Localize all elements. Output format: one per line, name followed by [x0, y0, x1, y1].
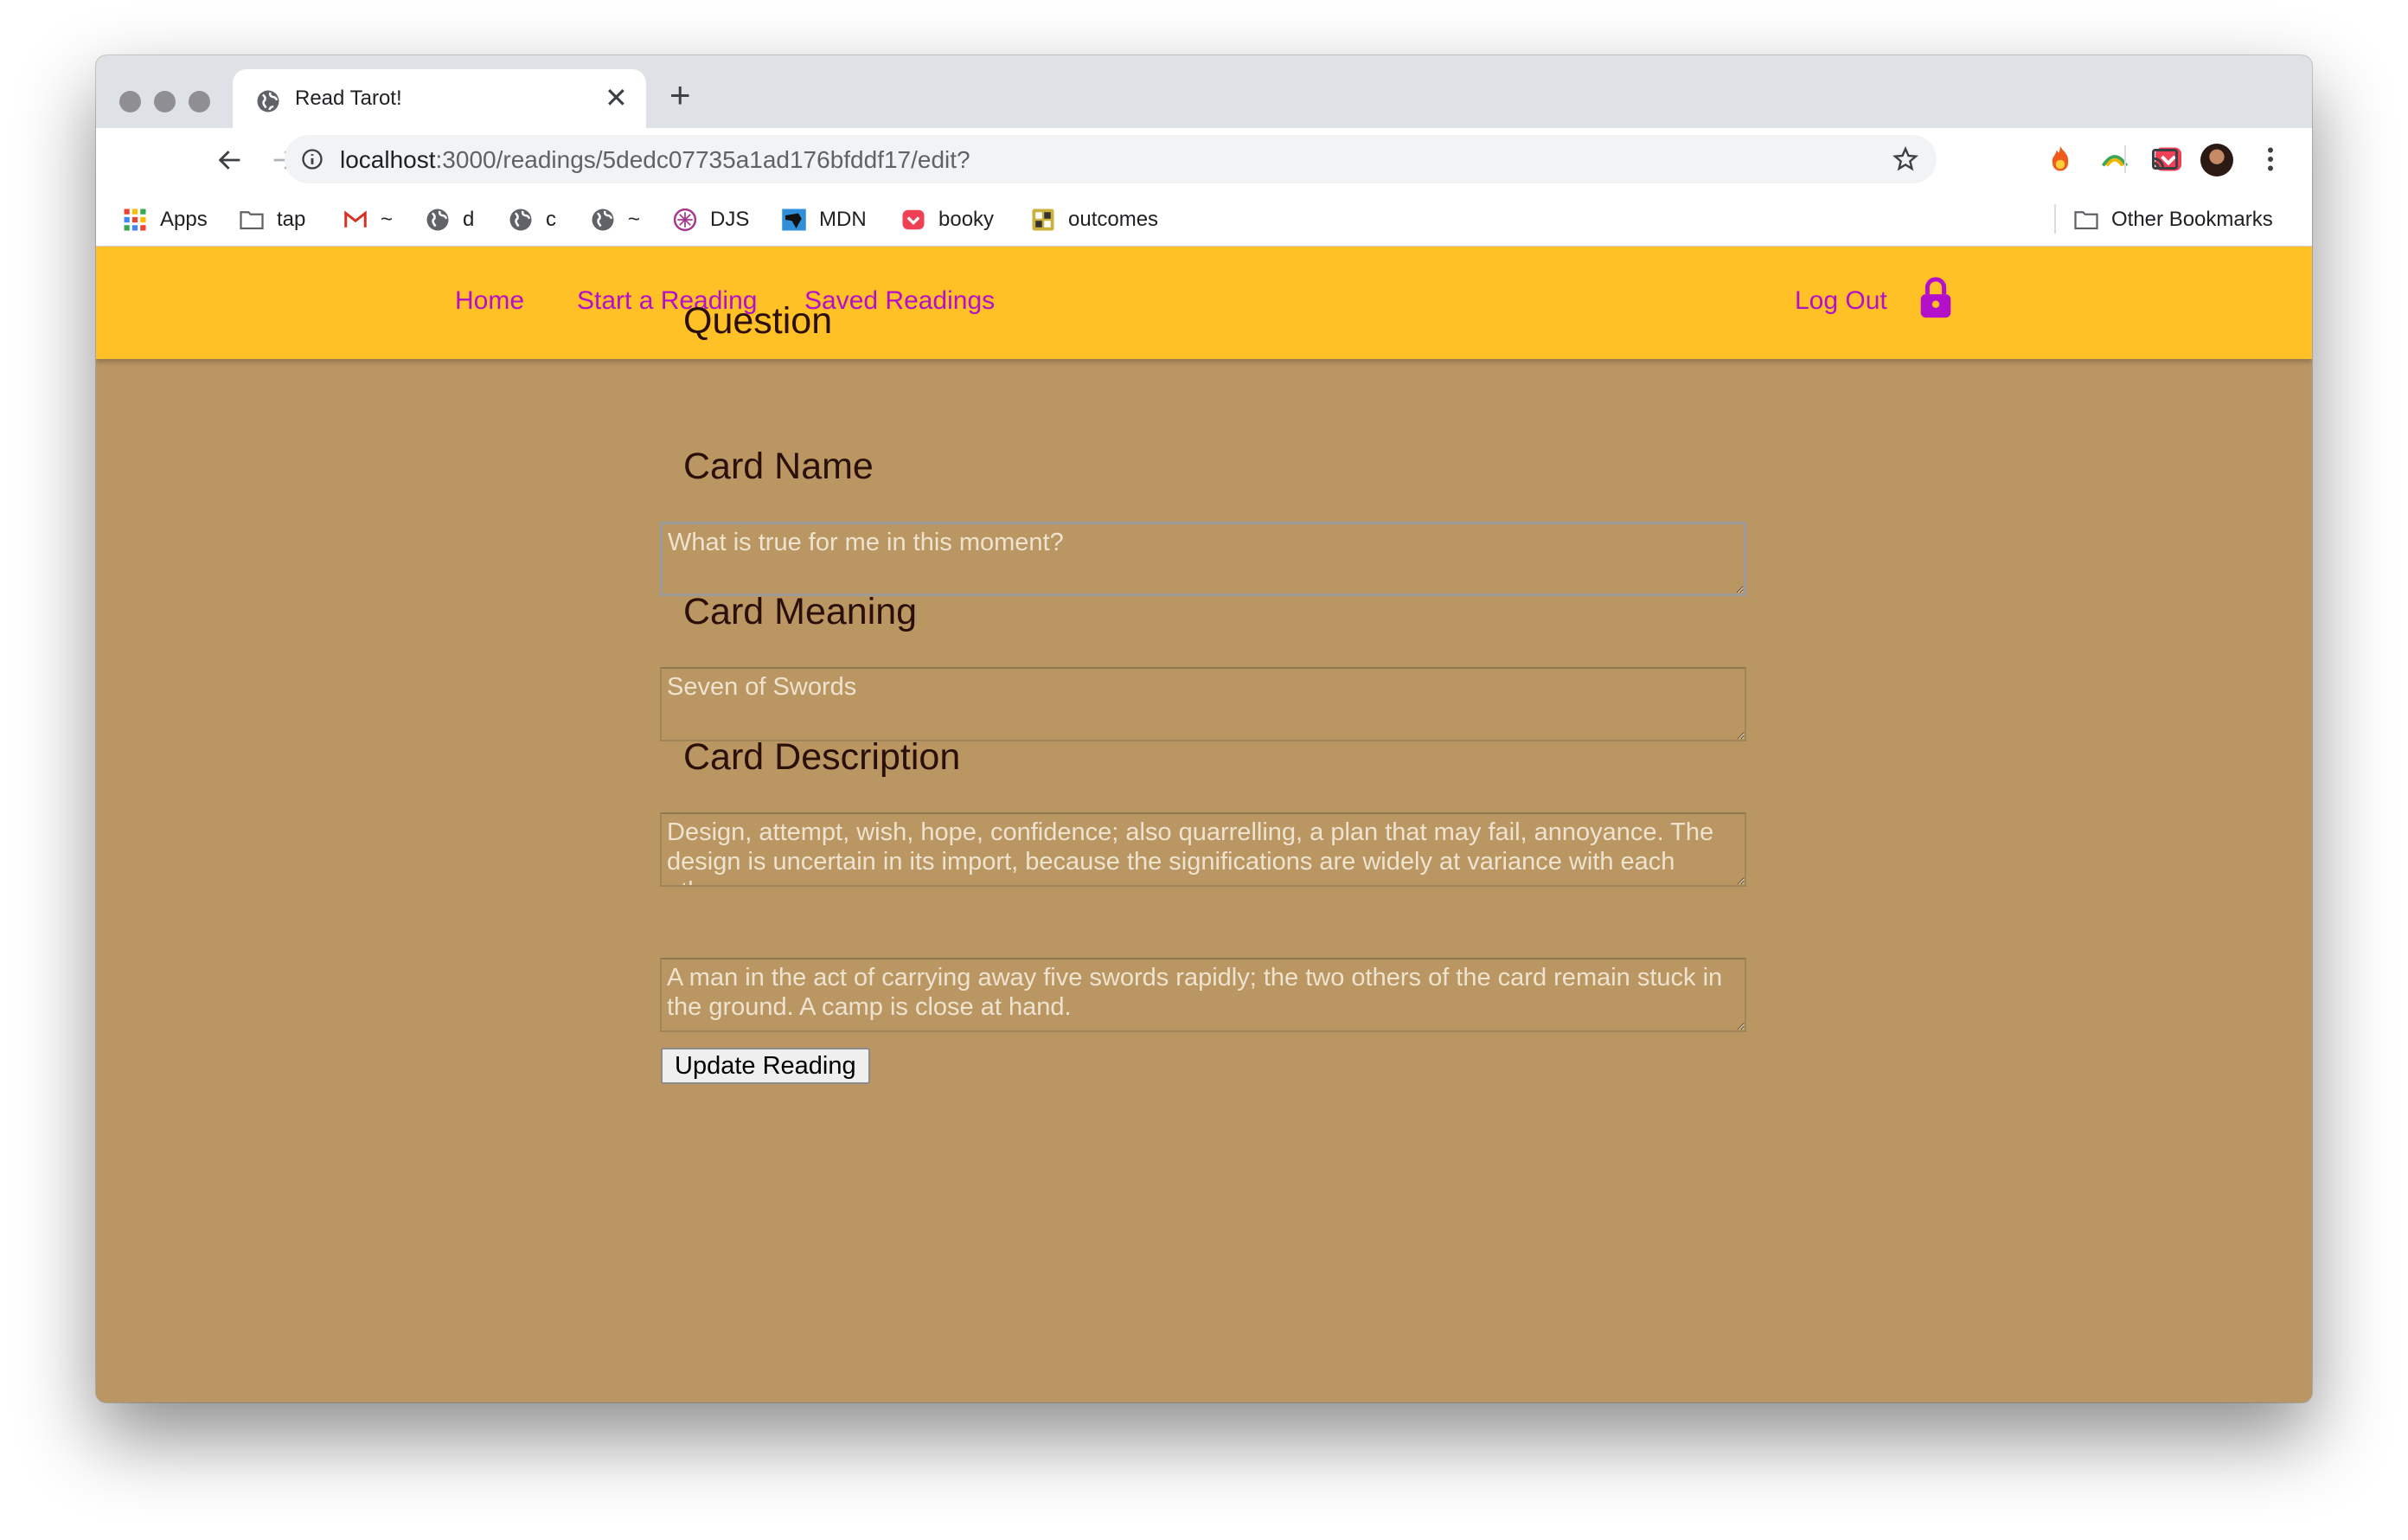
address-bar[interactable]: localhost:3000/readings/5dedc07735a1ad17… [285, 135, 1937, 183]
bookmark-label: MDN [819, 208, 867, 231]
url-text: localhost:3000/readings/5dedc07735a1ad17… [340, 146, 970, 173]
globe-icon [257, 90, 279, 112]
gmail-icon [344, 210, 367, 228]
browser-window: Read Tarot! ✕ + localhost:3000/readings/… [96, 55, 2312, 1402]
info-icon[interactable] [300, 147, 324, 171]
apps-grid-icon [124, 209, 146, 231]
bookmark-tilde[interactable]: ~ [590, 206, 640, 234]
cast-media-icon[interactable] [2149, 144, 2181, 175]
zoom-window-button[interactable] [189, 91, 210, 112]
active-tab[interactable]: Read Tarot! ✕ [233, 69, 646, 128]
bookmark-djs[interactable]: DJS [672, 206, 749, 234]
bookmark-label: outcomes [1068, 208, 1159, 231]
question-textarea[interactable] [660, 522, 1746, 596]
bookmark-mdn[interactable]: MDN [781, 206, 867, 234]
more-menu-icon[interactable] [2255, 144, 2286, 175]
new-tab-button[interactable]: + [669, 77, 691, 113]
nav-home-link[interactable]: Home [455, 286, 524, 316]
other-bookmarks[interactable]: Other Bookmarks [2073, 206, 2273, 234]
card-description-textarea[interactable] [660, 958, 1746, 1032]
card-name-textarea[interactable] [660, 667, 1746, 741]
bookmark-label: c [546, 208, 556, 231]
folder-icon [240, 211, 264, 230]
mdn-icon [782, 209, 806, 231]
bookmark-label: ~ [628, 208, 641, 231]
bookmarks-divider [2054, 204, 2056, 234]
bookmark-folder-tap[interactable]: tap [239, 206, 305, 234]
update-reading-button[interactable]: Update Reading [661, 1048, 870, 1084]
bookmark-label: booky [938, 208, 995, 231]
card-name-label: Card Name [683, 446, 874, 487]
globe-icon [509, 209, 532, 231]
pocket-icon [902, 209, 925, 230]
tab-strip: Read Tarot! ✕ + [96, 55, 2312, 128]
browser-toolbar: localhost:3000/readings/5dedc07735a1ad17… [96, 128, 2312, 192]
fire-extension-icon[interactable] [2045, 144, 2076, 175]
back-icon[interactable] [215, 145, 245, 175]
nav-saved-readings-link[interactable]: Saved Readings [804, 286, 995, 316]
close-tab-icon[interactable]: ✕ [605, 82, 628, 113]
nav-logout-link[interactable]: Log Out [1795, 286, 1887, 316]
bookmark-label: DJS [710, 208, 750, 231]
question-label: Question [683, 300, 833, 342]
card-meaning-textarea[interactable] [660, 812, 1746, 887]
bookmark-label: Apps [160, 208, 208, 231]
minimize-window-button[interactable] [154, 91, 176, 112]
bookmark-star-icon[interactable] [1892, 145, 1919, 173]
close-window-button[interactable] [119, 91, 141, 112]
bookmark-label: ~ [381, 208, 394, 231]
card-description-label: Card Description [683, 736, 961, 778]
site-navbar: Home Start a Reading Saved Readings Log … [96, 247, 2312, 359]
folder-icon [2074, 211, 2098, 230]
bookmark-label: tap [277, 208, 306, 231]
card-meaning-label: Card Meaning [683, 591, 918, 632]
bookmark-apps[interactable]: Apps [122, 206, 208, 234]
toolbar-divider [2124, 145, 2126, 173]
bookmarks-bar: Apps tap ~ d c ~ DJS MDN booky outcomes … [96, 192, 2312, 247]
globe-icon [426, 209, 449, 231]
djs-icon [673, 208, 697, 232]
globe-icon [592, 209, 614, 231]
outcomes-icon [1032, 209, 1054, 231]
other-bookmarks-label: Other Bookmarks [2111, 208, 2273, 231]
bookmark-booky[interactable]: booky [900, 206, 994, 234]
bookmark-c[interactable]: c [508, 206, 556, 234]
page-content: Home Start a Reading Saved Readings Log … [96, 247, 2312, 1402]
lock-icon[interactable] [1918, 276, 1953, 319]
profile-avatar[interactable] [2200, 144, 2233, 176]
bookmark-outcomes[interactable]: outcomes [1030, 206, 1158, 234]
bookmark-label: d [463, 208, 475, 231]
bookmark-gmail[interactable]: ~ [343, 206, 393, 234]
tab-title: Read Tarot! [295, 87, 402, 110]
bookmark-d[interactable]: d [425, 206, 474, 234]
